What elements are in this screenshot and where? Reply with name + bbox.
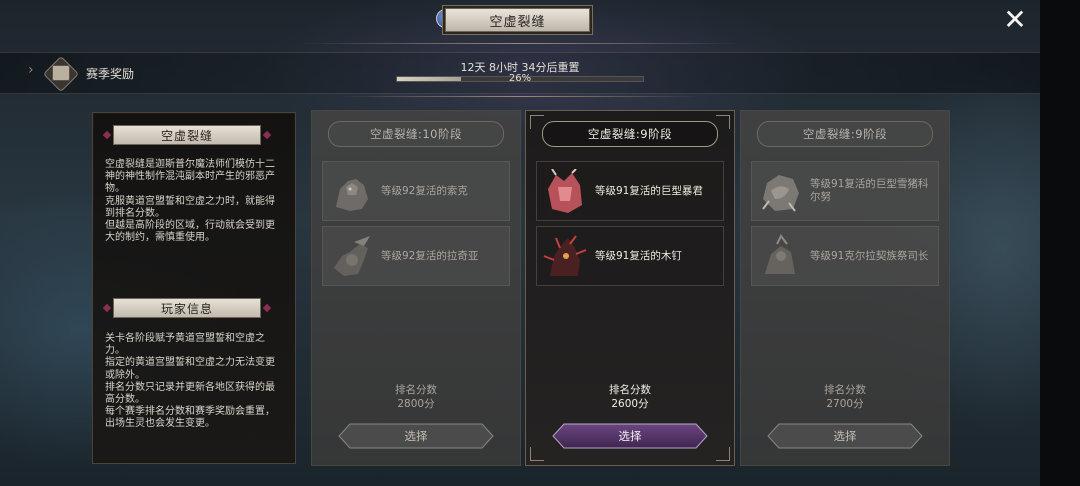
page-title: 空虚裂缝 bbox=[445, 8, 590, 32]
score-label: 排名分数 bbox=[395, 384, 437, 396]
boss-row: 等级92复活的索克 bbox=[322, 161, 510, 221]
section-title-player-info: 玩家信息 bbox=[113, 298, 261, 318]
boss-row: 等级91复活的巨型暴君 bbox=[536, 161, 724, 221]
select-button-label: 选择 bbox=[833, 429, 857, 443]
section-text-rift: 空虚裂缝是迦斯普尔魔法师们模仿十二 神的神性制作混沌副本时产生的邪恶产 物。 克… bbox=[105, 159, 275, 244]
warrior-portrait-icon bbox=[327, 233, 375, 281]
priest-portrait-icon bbox=[756, 233, 804, 281]
corner-ornament bbox=[716, 115, 730, 129]
boss-name: 等级91复活的巨型暴君 bbox=[595, 184, 703, 197]
select-button-label: 选择 bbox=[404, 429, 428, 443]
card-header: 空虚裂缝:10阶段 bbox=[328, 121, 504, 147]
season-progress-fill bbox=[397, 77, 461, 81]
select-button[interactable]: 选择 bbox=[552, 423, 708, 449]
boss-name: 等级91复活的巨型雪猪科尔努 bbox=[810, 178, 929, 203]
chest-icon[interactable] bbox=[52, 65, 70, 81]
chevron-right-icon: › bbox=[28, 62, 34, 78]
select-button-label: 选择 bbox=[618, 429, 642, 443]
boss-name: 等级92复活的索克 bbox=[381, 184, 468, 197]
score-value: 2600分 bbox=[611, 398, 649, 410]
stage-card-9-selected[interactable]: 空虚裂缝:9阶段 等级91复活的巨型暴君 等级91复活的木钉 排名分数 2600… bbox=[525, 110, 735, 466]
score-value: 2700分 bbox=[826, 398, 864, 410]
boss-name: 等级91复活的木钉 bbox=[595, 249, 682, 262]
boss-row: 等级91复活的巨型雪猪科尔努 bbox=[751, 161, 939, 221]
corner-ornament bbox=[530, 447, 544, 461]
season-progress-text: 26% bbox=[508, 73, 532, 84]
close-icon[interactable]: ✕ bbox=[1001, 6, 1029, 34]
score-value: 2800分 bbox=[397, 398, 435, 410]
boss-name: 等级92复活的拉奇亚 bbox=[381, 249, 479, 262]
boss-row: 等级91复活的木钉 bbox=[536, 226, 724, 286]
score-label: 排名分数 bbox=[824, 384, 866, 396]
select-button[interactable]: 选择 bbox=[767, 423, 923, 449]
header-divider-bottom bbox=[340, 96, 700, 97]
beast-portrait-icon bbox=[327, 168, 375, 216]
info-panel: 空虚裂缝 空虚裂缝是迦斯普尔魔法师们模仿十二 神的神性制作混沌副本时产生的邪恶产… bbox=[92, 112, 296, 464]
spiked-demon-portrait-icon bbox=[541, 233, 589, 281]
season-reward-label[interactable]: 赛季奖励 bbox=[86, 65, 134, 82]
score-label: 排名分数 bbox=[609, 384, 651, 396]
corner-ornament bbox=[530, 115, 544, 129]
card-header: 空虚裂缝:9阶段 bbox=[542, 121, 718, 147]
boss-name: 等级91克尔拉契族祭司长 bbox=[810, 249, 929, 262]
card-header: 空虚裂缝:9阶段 bbox=[757, 121, 933, 147]
corner-ornament bbox=[716, 447, 730, 461]
screen-edge bbox=[1040, 0, 1080, 486]
select-button[interactable]: 选择 bbox=[338, 423, 494, 449]
boar-portrait-icon bbox=[756, 168, 804, 216]
header-divider bbox=[300, 43, 740, 44]
stage-card-9[interactable]: 空虚裂缝:9阶段 等级91复活的巨型雪猪科尔努 等级91克尔拉契族祭司长 排名分… bbox=[740, 110, 950, 466]
dragon-head-portrait-icon bbox=[541, 168, 589, 216]
boss-row: 等级92复活的拉奇亚 bbox=[322, 226, 510, 286]
section-text-player-info: 关卡各阶段赋予黄道宫盟誓和空虚之 力。 指定的黄道宫盟誓和空虚之力无法变更 或除… bbox=[105, 333, 275, 430]
boss-row: 等级91克尔拉契族祭司长 bbox=[751, 226, 939, 286]
stage-card-10[interactable]: 空虚裂缝:10阶段 等级92复活的索克 等级92复活的拉奇亚 排名分数 2800… bbox=[311, 110, 521, 466]
section-title-rift: 空虚裂缝 bbox=[113, 125, 261, 145]
